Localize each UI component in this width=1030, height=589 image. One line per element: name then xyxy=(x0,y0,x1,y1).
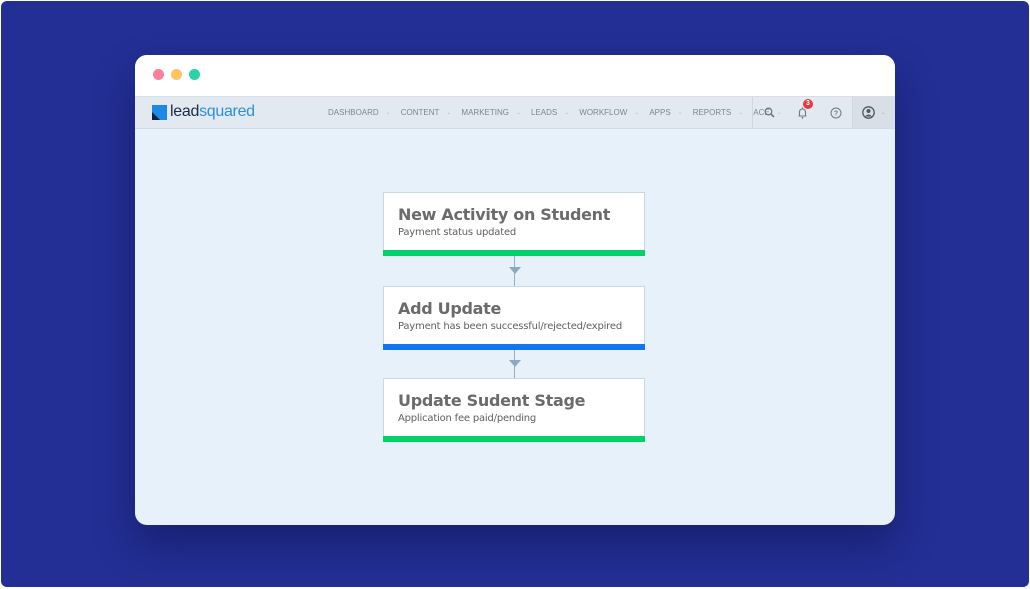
window-maximize-button[interactable] xyxy=(189,69,200,80)
workflow-step-status-bar xyxy=(383,436,645,442)
menu-workflow-label: WORKFLOW xyxy=(579,108,628,117)
search-icon xyxy=(764,107,775,118)
chevron-down-icon: ⌄ xyxy=(634,110,640,116)
chevron-down-icon: ⌄ xyxy=(446,110,452,116)
menu-leads[interactable]: LEADS ⌄ xyxy=(531,108,569,117)
workflow-step-card[interactable]: Update Sudent Stage Application fee paid… xyxy=(383,378,645,442)
menu-dashboard[interactable]: DASHBOARD ⌄ xyxy=(328,108,391,117)
menu-apps[interactable]: APPS ⌄ xyxy=(649,108,682,117)
chevron-down-icon: ⌄ xyxy=(880,110,886,116)
menu-leads-label: LEADS xyxy=(531,108,558,117)
chevron-down-icon: ⌄ xyxy=(515,110,522,116)
user-menu-button[interactable]: ⌄ xyxy=(853,97,895,128)
menu-content-label: CONTENT xyxy=(400,108,440,117)
window-titlebar xyxy=(135,55,895,96)
notification-count-badge: 3 xyxy=(803,99,813,109)
user-avatar-icon xyxy=(862,106,876,119)
workflow-canvas: New Activity on Student Payment status u… xyxy=(135,129,895,525)
chevron-down-icon: ⌄ xyxy=(564,110,570,116)
window-close-button[interactable] xyxy=(153,69,164,80)
menu-apps-label: APPS xyxy=(649,108,671,117)
svg-text:?: ? xyxy=(833,110,837,117)
menu-reports-label: REPORTS xyxy=(692,108,732,117)
arrow-down-icon xyxy=(509,267,521,274)
help-button[interactable]: ? xyxy=(819,97,852,128)
workflow-step-card[interactable]: New Activity on Student Payment status u… xyxy=(383,192,645,256)
leadsquared-logo[interactable]: leadsquared xyxy=(152,104,255,120)
arrow-down-icon xyxy=(509,360,521,367)
app-window: leadsquared DASHBOARD ⌄ CONTENT ⌄ MARKETIN… xyxy=(135,55,895,525)
logo-text-squared: squared xyxy=(199,103,255,120)
logo-mark-icon xyxy=(152,104,167,120)
menu-marketing-label: MARKETING xyxy=(461,108,509,117)
notifications-button[interactable]: 3 xyxy=(786,97,819,128)
menu-reports[interactable]: REPORTS ⌄ xyxy=(693,108,744,117)
menu-marketing[interactable]: MARKETING ⌄ xyxy=(461,108,521,117)
workflow-step-title: Update Sudent Stage xyxy=(398,391,586,410)
top-navbar: leadsquared DASHBOARD ⌄ CONTENT ⌄ MARKETIN… xyxy=(135,96,895,129)
chevron-down-icon: ⌄ xyxy=(738,110,744,116)
logo-text-lead: lead xyxy=(170,103,200,120)
logo-text: leadsquared xyxy=(170,104,255,120)
workflow-step-subtitle: Payment status updated xyxy=(398,227,517,238)
navbar-icons: 3 ? ⌄ xyxy=(752,97,895,128)
menu-dashboard-label: DASHBOARD xyxy=(328,108,379,117)
workflow-step-subtitle: Payment has been successful/rejected/exp… xyxy=(398,321,622,332)
window-minimize-button[interactable] xyxy=(171,69,182,80)
search-button[interactable] xyxy=(753,97,786,128)
main-menu: DASHBOARD ⌄ CONTENT ⌄ MARKETING ⌄ LEADS ⌄ WO… xyxy=(328,97,792,128)
workflow-step-subtitle: Application fee paid/pending xyxy=(398,413,537,424)
menu-workflow[interactable]: WORKFLOW ⌄ xyxy=(579,108,639,117)
menu-content[interactable]: CONTENT ⌄ xyxy=(401,108,452,117)
chevron-down-icon: ⌄ xyxy=(385,110,391,116)
workflow-step-card[interactable]: Add Update Payment has been successful/r… xyxy=(383,286,645,350)
workflow-step-title: Add Update xyxy=(398,299,502,318)
workflow-step-title: New Activity on Student xyxy=(398,205,611,224)
chevron-down-icon: ⌄ xyxy=(677,110,683,116)
help-icon: ? xyxy=(830,107,841,118)
